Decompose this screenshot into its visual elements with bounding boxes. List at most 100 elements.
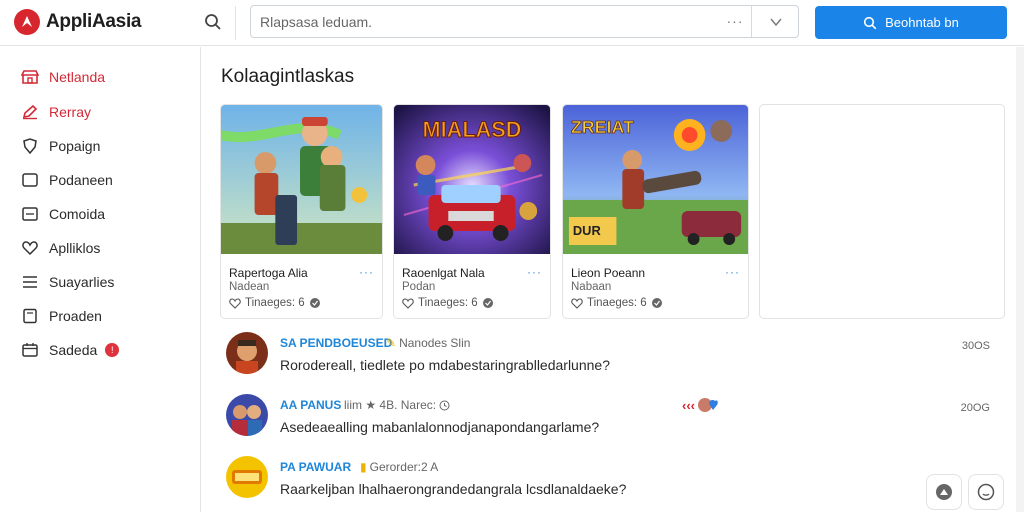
sidebar-item-label: Podaneen	[49, 172, 113, 188]
sidebar-item-rerray[interactable]: Rerray	[21, 100, 91, 124]
card-meta-text: Tinaeges: 6	[587, 297, 647, 309]
avatar[interactable]	[226, 332, 268, 374]
smile-icon	[977, 483, 995, 501]
info-icon	[482, 298, 493, 308]
sidebar-item-comoida[interactable]: Comoida	[21, 202, 105, 226]
feed-handle[interactable]: PA PAWUAR	[280, 460, 351, 474]
app-logo[interactable]: AppliAasia	[14, 7, 142, 37]
search-box: ···	[250, 5, 799, 38]
info-icon	[651, 298, 662, 308]
store-icon	[21, 70, 39, 84]
sidebar-item-label: Popaign	[49, 138, 101, 154]
search-submit-button[interactable]: Beohntab bn	[815, 6, 1007, 39]
sidebar-item-label: Netlanda	[49, 69, 106, 85]
info-icon	[309, 298, 320, 308]
feed-handle[interactable]: SA PENDBOEUSED	[280, 336, 392, 350]
card-subtitle: Nadean	[229, 281, 270, 293]
avatar[interactable]	[226, 456, 268, 498]
feed-time: 20OG	[960, 402, 990, 414]
feed-item[interactable]: SA PENDBOEUSED ✎ Nanodes Slin Rorodereal…	[226, 332, 996, 388]
square-icon	[22, 173, 38, 187]
list-icon	[23, 276, 37, 288]
feed-text: Asedeaealling mabanlalonnodjanapondangar…	[280, 419, 600, 435]
heart-icon	[229, 297, 241, 309]
sidebar-item-sadeda[interactable]: Sadeda !	[21, 338, 120, 362]
avatar[interactable]	[226, 394, 268, 436]
heart-icon	[22, 241, 38, 256]
card-meta-text: Tinaeges: 6	[245, 297, 305, 309]
card-meta: Tinaeges: 6	[402, 297, 494, 309]
sidebar-item-aplliklos[interactable]: Aplliklos	[21, 236, 100, 260]
feed-handle[interactable]: AA PANUS	[280, 398, 341, 412]
card-title: Rapertoga Alia	[229, 266, 308, 280]
sidebar-item-suayarlies[interactable]: Suayarlies	[21, 270, 114, 294]
top-bar: AppliAasia ··· Beohntab bn	[0, 0, 1024, 46]
game-thumbnail: MIALASD	[394, 105, 550, 254]
sidebar: Netlanda Rerray Popaign Podaneen Comoida…	[0, 47, 201, 512]
game-card[interactable]: MIALASD Raoenlgat Nala ··· Podan Tinaege…	[393, 104, 551, 319]
more-options-button[interactable]: ···	[723, 10, 747, 34]
sidebar-item-podaneen[interactable]: Podaneen	[21, 168, 113, 192]
sidebar-item-proaden[interactable]: Proaden	[21, 304, 102, 328]
reaction-icon: ‹‹‹	[682, 397, 695, 413]
card-subtitle: Nabaan	[571, 281, 612, 293]
card-subtitle: Podan	[402, 281, 436, 293]
clock-icon	[439, 400, 450, 410]
sidebar-item-popaign[interactable]: Popaign	[21, 134, 100, 158]
game-thumbnail	[221, 105, 382, 254]
feed-meta-text: Nanodes Slin	[399, 336, 471, 350]
reaction-avatar-icon	[698, 398, 718, 412]
card-meta-text: Tinaeges: 6	[418, 297, 478, 309]
feed-item[interactable]: PA PAWUAR ▮ Gerorder:2 A Raarkeljban lha…	[226, 456, 996, 512]
feed-meta: liim ★ 4B. Narec:	[344, 398, 450, 412]
feed-meta-text: liim ★ 4B. Narec:	[344, 398, 437, 412]
search-input[interactable]	[260, 13, 700, 31]
empty-card-slot	[759, 104, 1005, 319]
calendar-icon	[22, 343, 38, 357]
game-card[interactable]: ZREIAT DUR Lieon Poeann ··· Nabaan Tinae…	[562, 104, 749, 319]
search-icon	[864, 16, 877, 29]
window-icon	[22, 207, 38, 221]
feed-text: Rorodereall, tiedlete po mdabestaringrab…	[280, 357, 610, 373]
chat-button[interactable]	[926, 474, 962, 510]
smile-button[interactable]	[968, 474, 1004, 510]
feed-time: 30OS	[961, 340, 990, 352]
heart-icon	[402, 297, 414, 309]
divider	[751, 6, 752, 37]
sidebar-item-label: Comoida	[49, 206, 106, 222]
game-thumbnail: ZREIAT DUR	[563, 105, 748, 254]
feed-text: Raarkeljban lhalhaerongrandedangrala lcs…	[280, 481, 627, 497]
card-title: Raoenlgat Nala	[402, 266, 485, 280]
card-more-button[interactable]: ···	[527, 265, 542, 279]
feed-meta: ▮ Gerorder:2 A	[360, 460, 438, 474]
card-more-button[interactable]: ···	[359, 265, 374, 279]
divider	[235, 6, 236, 40]
card-art-title: MIALASD	[423, 117, 522, 142]
feed-item[interactable]: AA PANUS liim ★ 4B. Narec: ‹‹‹ Asedeaeal…	[226, 394, 996, 450]
brand-icon	[14, 9, 40, 35]
card-art-badge: DUR	[573, 223, 602, 238]
chat-icon	[936, 484, 952, 500]
collapse-icon[interactable]	[764, 10, 788, 34]
section-title: Kolaagintlaskas	[221, 66, 355, 87]
scrollbar[interactable]	[1016, 47, 1024, 512]
sidebar-item-label: Aplliklos	[49, 240, 101, 256]
card-title: Lieon Poeann	[571, 266, 646, 280]
sidebar-item-label: Sadeda	[49, 342, 98, 358]
feed-meta-text: Gerorder:2 A	[369, 460, 439, 474]
notification-badge: !	[105, 343, 120, 357]
card-meta: Tinaeges: 6	[229, 297, 321, 309]
sidebar-item-label: Suayarlies	[49, 274, 115, 290]
pencil-icon	[22, 104, 38, 120]
sidebar-item-netlanda[interactable]: Netlanda	[21, 65, 105, 89]
heart-icon	[571, 297, 583, 309]
shield-icon	[23, 138, 37, 154]
game-card[interactable]: Rapertoga Alia ··· Nadean Tinaeges: 6	[220, 104, 383, 319]
search-submit-label: Beohntab bn	[885, 15, 959, 30]
pin-icon: ▮	[360, 460, 367, 474]
doc-icon	[23, 308, 37, 324]
reaction-group[interactable]: ‹‹‹	[682, 396, 719, 414]
card-more-button[interactable]: ···	[725, 265, 740, 279]
card-meta: Tinaeges: 6	[571, 297, 663, 309]
search-icon[interactable]	[201, 10, 225, 34]
